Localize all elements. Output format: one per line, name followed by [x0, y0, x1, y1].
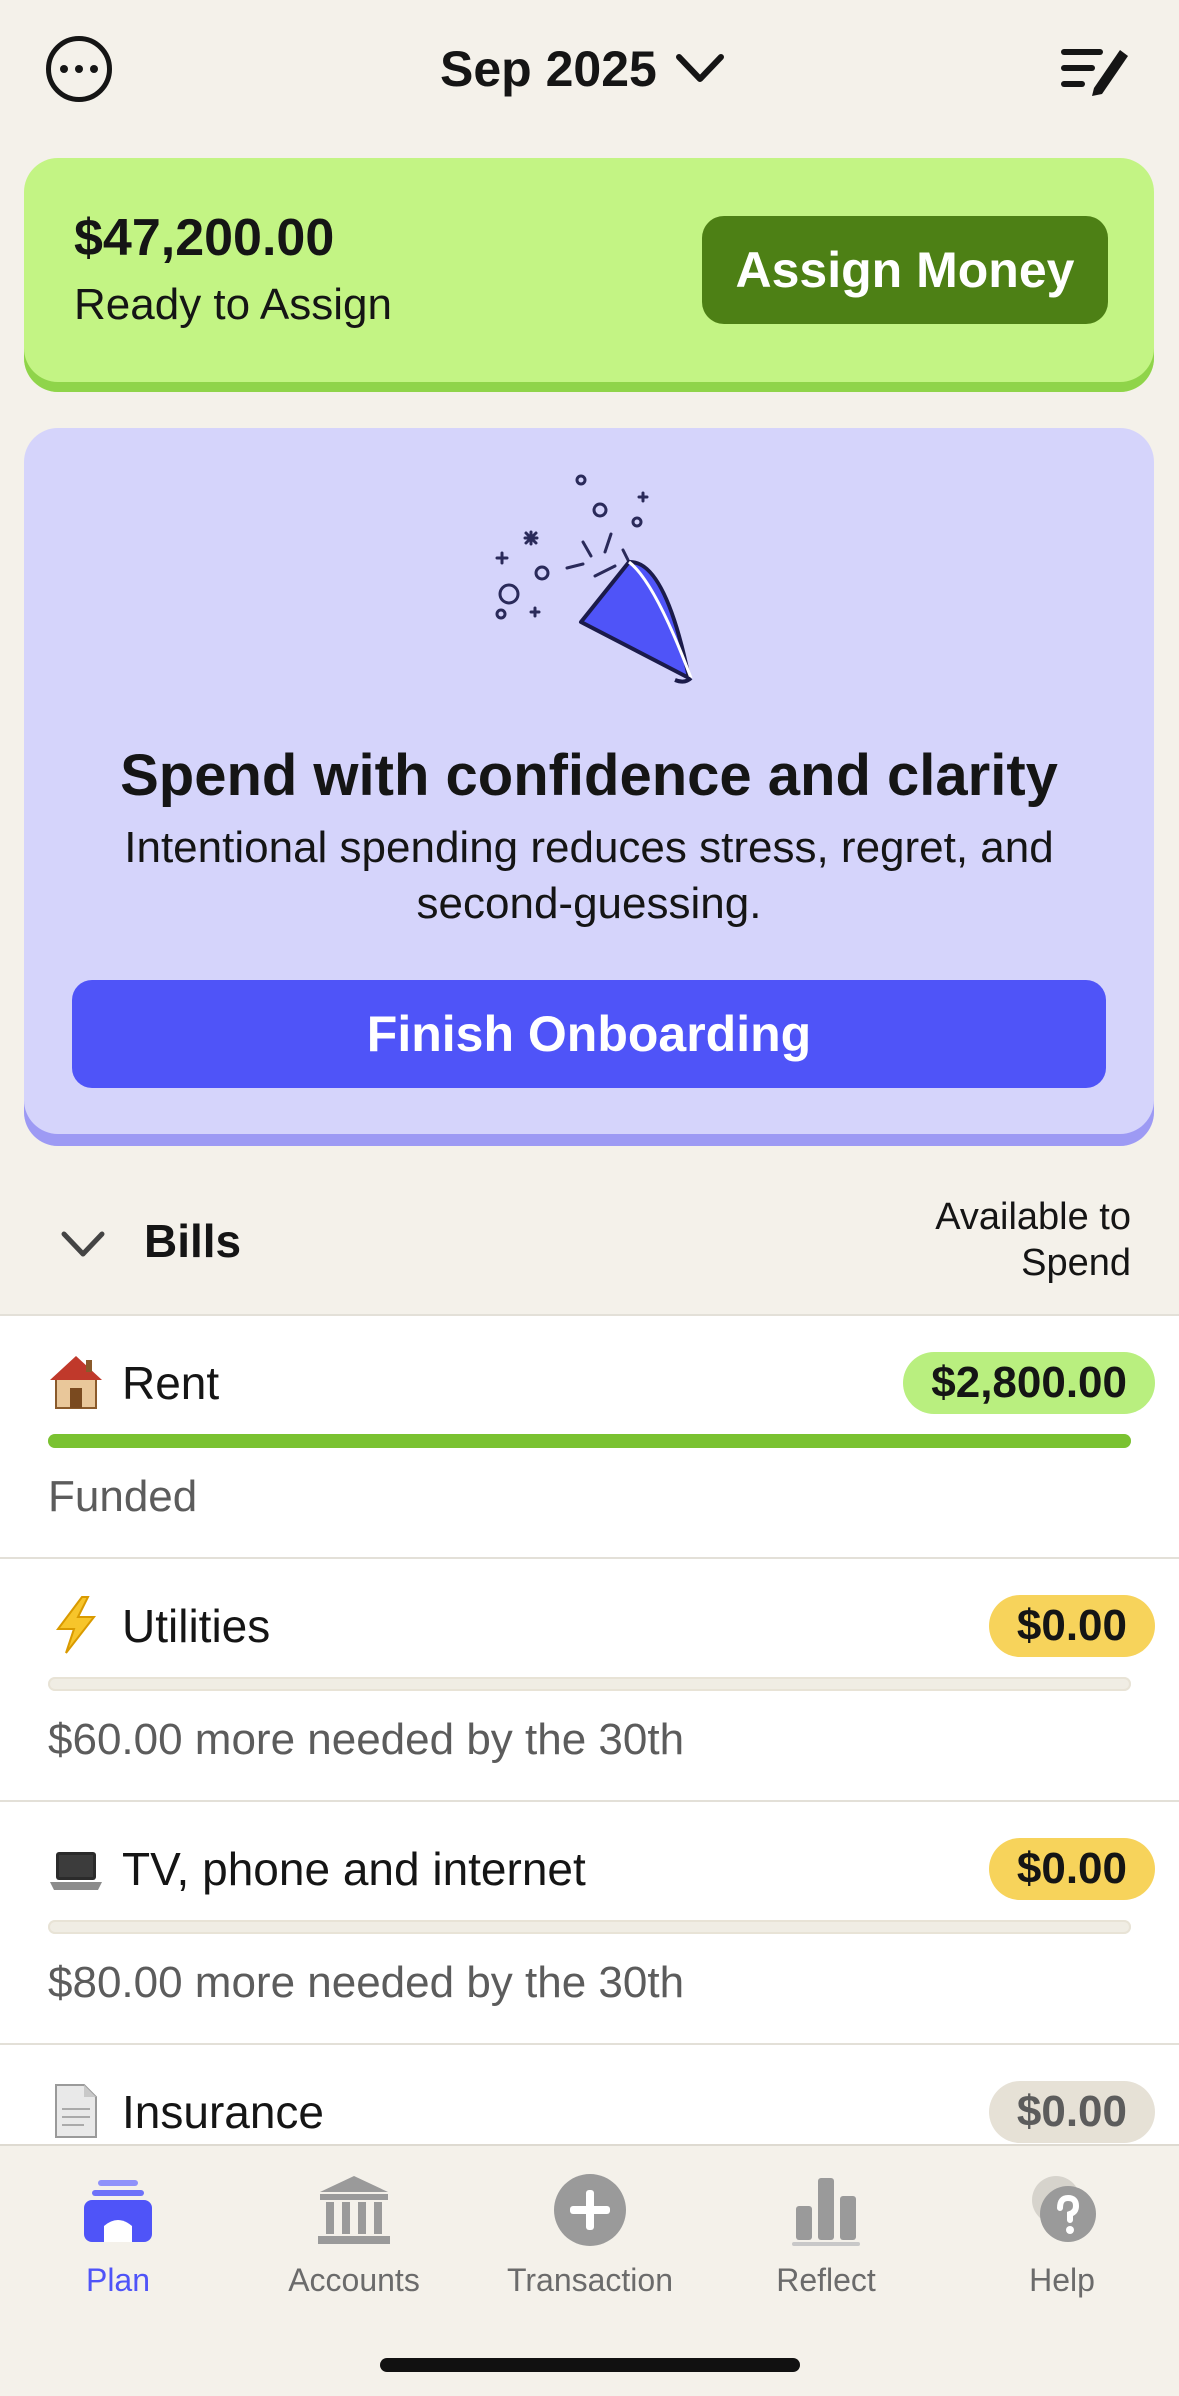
- month-label: Sep 2025: [440, 41, 657, 97]
- tab-label: Accounts: [288, 2262, 420, 2298]
- funding-progress-bar: [48, 1434, 1131, 1448]
- category-row[interactable]: TV, phone and internet $0.00 $80.00 more…: [0, 1800, 1179, 2043]
- tab-bar: Plan Accounts Transaction Reflect Help: [0, 2144, 1179, 2396]
- onboarding-description: Intentional spending reduces stress, reg…: [124, 823, 1054, 928]
- home-indicator: [380, 2358, 800, 2372]
- category-name: Rent: [122, 1357, 220, 1409]
- tab-label: Plan: [85, 2262, 151, 2298]
- available-badge[interactable]: $0.00: [988, 2081, 1155, 2143]
- plus-circle-icon: [554, 2174, 626, 2246]
- available-badge[interactable]: $0.00: [988, 1595, 1155, 1657]
- plan-icon: [84, 2180, 152, 2242]
- lightning-icon: [56, 1596, 97, 1654]
- party-popper-icon: [495, 474, 693, 684]
- funding-progress-bar: [48, 1677, 1131, 1691]
- tab-help[interactable]: Help: [944, 2170, 1179, 2310]
- ready-to-assign-label: Ready to Assign: [74, 280, 392, 329]
- funding-progress-fill: [48, 1434, 1131, 1448]
- edit-list-icon[interactable]: [1060, 36, 1132, 102]
- tab-transaction[interactable]: Transaction: [472, 2170, 708, 2310]
- category-status: Funded: [48, 1472, 198, 1521]
- funding-progress-bar: [48, 1920, 1131, 1934]
- tab-label: Transaction: [507, 2262, 673, 2298]
- ellipsis-circle-icon[interactable]: [46, 36, 112, 102]
- category-name: TV, phone and internet: [122, 1843, 586, 1895]
- category-row[interactable]: Utilities $0.00 $60.00 more needed by th…: [0, 1557, 1179, 1800]
- category-status: $80.00 more needed by the 30th: [48, 1958, 685, 2007]
- house-icon: [50, 1356, 102, 1409]
- group-name: Bills: [144, 1215, 242, 1267]
- tab-reflect[interactable]: Reflect: [708, 2170, 944, 2310]
- available-badge[interactable]: $2,800.00: [903, 1352, 1155, 1414]
- available-column-label: Available to Spend: [935, 1196, 1131, 1284]
- ready-to-assign-amount: $47,200.00: [74, 209, 335, 267]
- tab-accounts[interactable]: Accounts: [236, 2170, 472, 2310]
- month-selector[interactable]: Sep 2025: [440, 36, 725, 102]
- ready-to-assign-card: $47,200.00 Ready to Assign Assign Money: [24, 158, 1154, 392]
- document-icon: [55, 2084, 97, 2138]
- category-status: $60.00 more needed by the 30th: [48, 1715, 685, 1764]
- bank-icon: [318, 2176, 390, 2244]
- category-name: Insurance: [122, 2086, 325, 2138]
- header: Sep 2025: [0, 0, 1179, 140]
- laptop-icon: [50, 1852, 102, 1890]
- onboarding-card: Spend with confidence and clarity Intent…: [24, 428, 1154, 1146]
- bar-chart-icon: [792, 2178, 860, 2246]
- tab-label: Help: [1029, 2262, 1095, 2298]
- finish-onboarding-button[interactable]: Finish Onboarding: [72, 980, 1106, 1088]
- help-bubble-icon: [1032, 2176, 1096, 2242]
- category-name: Utilities: [122, 1600, 271, 1652]
- assign-money-button[interactable]: Assign Money: [702, 216, 1108, 324]
- chevron-down-icon: [675, 54, 724, 82]
- available-badge[interactable]: $0.00: [988, 1838, 1155, 1900]
- tab-plan[interactable]: Plan: [0, 2170, 236, 2310]
- chevron-down-icon[interactable]: [58, 1218, 108, 1268]
- tab-label: Reflect: [776, 2262, 876, 2298]
- category-group-header[interactable]: Bills Available to Spend: [0, 1180, 1179, 1314]
- category-list: Rent $2,800.00 Funded Utilities $0.00 $6…: [0, 1314, 1179, 2286]
- onboarding-title: Spend with confidence and clarity: [120, 743, 1058, 808]
- category-row[interactable]: Rent $2,800.00 Funded: [0, 1314, 1179, 1557]
